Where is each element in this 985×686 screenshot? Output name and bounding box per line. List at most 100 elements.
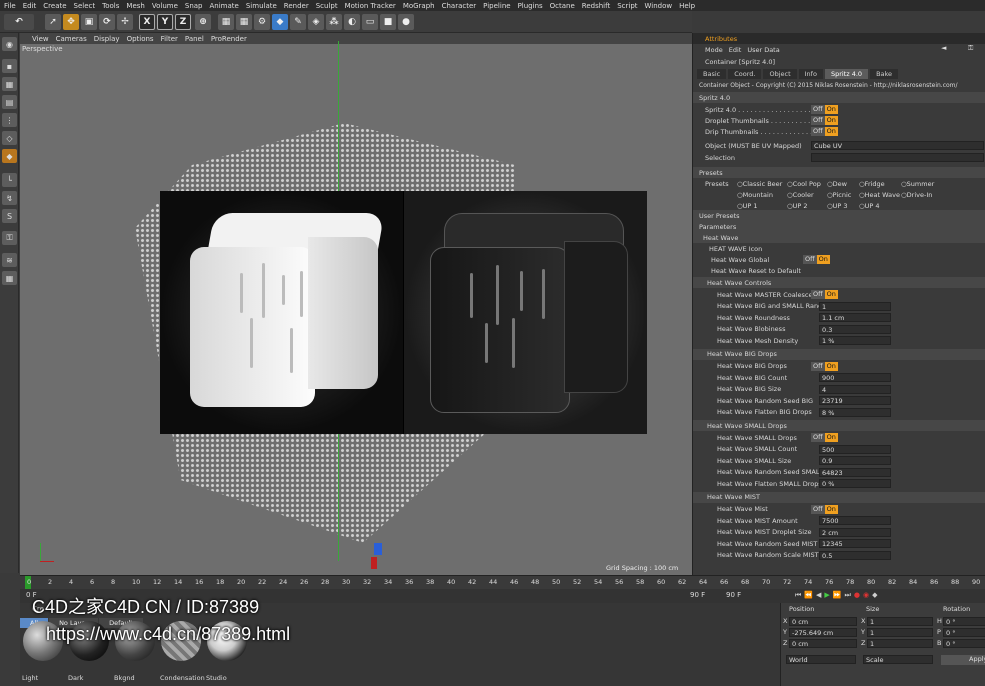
grid-toggle-button[interactable]: ▦ — [2, 271, 17, 285]
coord-field-size[interactable]: 1 — [867, 639, 933, 648]
attributes-menu-user-data[interactable]: User Data — [747, 46, 779, 54]
menu-mograph[interactable]: MoGraph — [403, 2, 435, 10]
param-toggle-small-off[interactable]: Off — [811, 433, 825, 442]
render-picture-viewer-button[interactable]: ▦ — [236, 14, 252, 30]
preset-up-1[interactable]: ○ UP 1 — [737, 200, 758, 211]
attributes-menu-edit[interactable]: Edit — [729, 46, 742, 54]
render-view-button[interactable]: ▦ — [218, 14, 234, 30]
preset-heat-wave[interactable]: ○ Heat Wave — [859, 189, 900, 200]
y-axis-button[interactable]: Y — [157, 14, 173, 30]
param-field[interactable]: 23719 — [819, 396, 891, 405]
param-toggle-small-on[interactable]: On — [824, 433, 838, 442]
prev-key-icon[interactable]: ⏪ — [804, 591, 813, 600]
go-start-icon[interactable]: ⏮ — [795, 591, 801, 600]
param-toggle-controls-on[interactable]: On — [824, 290, 838, 299]
preset-summer[interactable]: ○ Summer — [901, 178, 934, 189]
points-button[interactable]: ⋮ — [2, 113, 17, 127]
tweak-button[interactable]: ↯ — [2, 191, 17, 205]
viewport-menu-panel[interactable]: Panel — [185, 35, 204, 43]
subdivision-button[interactable]: ◈ — [308, 14, 324, 30]
heat-wave-global-toggle[interactable]: Off On — [803, 255, 830, 264]
coord-field-size[interactable]: 1 — [867, 628, 933, 637]
tab-bake[interactable]: Bake — [870, 68, 899, 79]
menu-animate[interactable]: Animate — [210, 2, 239, 10]
menu-select[interactable]: Select — [74, 2, 96, 10]
preset-up-3[interactable]: ○ UP 3 — [827, 200, 848, 211]
param-field[interactable]: 0 % — [819, 479, 891, 488]
z-axis-handle[interactable] — [374, 543, 382, 555]
menu-pipeline[interactable]: Pipeline — [483, 2, 510, 10]
coord-field-pos[interactable]: 0 cm — [789, 639, 857, 648]
pen-button[interactable]: ✎ — [290, 14, 306, 30]
texture-mode-button[interactable]: ▦ — [2, 77, 17, 91]
viewport-menu-view[interactable]: View — [32, 35, 49, 43]
spritz-row-toggle-2-on[interactable]: On — [824, 127, 838, 136]
menu-snap[interactable]: Snap — [185, 2, 203, 10]
tab-spritz-4-0[interactable]: Spritz 4.0 — [824, 68, 869, 79]
param-field[interactable]: 1 — [819, 301, 891, 311]
end-frame-field-1[interactable]: 90 F — [690, 591, 705, 599]
z-axis-button[interactable]: Z — [175, 14, 191, 30]
menu-plugins[interactable]: Plugins — [518, 2, 543, 10]
array-button[interactable]: ⁂ — [326, 14, 342, 30]
param-field[interactable]: 64823 — [819, 467, 891, 477]
param-toggle-controls[interactable]: Off On — [811, 290, 838, 299]
spritz-row-toggle-0-on[interactable]: On — [824, 105, 838, 114]
preset-drive-in[interactable]: ○ Drive-In — [901, 189, 932, 200]
tab-basic[interactable]: Basic — [697, 68, 727, 79]
layers-button[interactable]: ≋ — [2, 253, 17, 267]
mode-button[interactable]: ◉ — [2, 37, 17, 51]
rotate-tool-button[interactable]: ⟳ — [99, 14, 115, 30]
live-selection-button[interactable]: ➚ — [45, 14, 61, 30]
param-field[interactable]: 8 % — [819, 407, 891, 417]
axis-button[interactable]: └ — [2, 173, 17, 187]
go-end-icon[interactable]: ⏭ — [845, 591, 851, 600]
menu-create[interactable]: Create — [43, 2, 66, 10]
param-field[interactable]: 4 — [819, 384, 891, 394]
coord-field-rot[interactable]: 0 ° — [943, 639, 985, 648]
param-field[interactable]: 12345 — [819, 539, 891, 548]
coord-field-rot[interactable]: 0 ° — [943, 628, 985, 637]
light-button[interactable]: ● — [398, 14, 414, 30]
viewport[interactable]: View Cameras Display Options Filter Panel ProR… — [20, 33, 692, 575]
menu-render[interactable]: Render — [284, 2, 309, 10]
param-toggle-mist-off[interactable]: Off — [811, 504, 825, 514]
viewport-menu-prorender[interactable]: ProRender — [211, 35, 247, 43]
param-toggle-big-on[interactable]: On — [824, 361, 838, 371]
heat-wave-header[interactable]: Heat Wave — [693, 232, 985, 243]
play-back-icon[interactable]: ◀ — [816, 591, 821, 600]
menu-octane[interactable]: Octane — [550, 2, 575, 10]
object-field[interactable]: Cube UV — [811, 141, 984, 150]
size-mode-select[interactable]: Scale — [863, 655, 933, 664]
menu-script[interactable]: Script — [617, 2, 637, 10]
tab-info[interactable]: Info — [798, 68, 823, 79]
menu-redshift[interactable]: Redshift — [582, 2, 610, 10]
param-toggle-big[interactable]: Off On — [811, 361, 838, 371]
viewport-menu-cameras[interactable]: Cameras — [56, 35, 87, 43]
play-icon[interactable]: ▶ — [824, 591, 829, 600]
scale-tool-button[interactable]: ▣ — [81, 14, 97, 30]
preset-cooler[interactable]: ○ Cooler — [787, 189, 814, 200]
param-field[interactable]: 500 — [819, 444, 891, 454]
spritz-row-toggle-2-off[interactable]: Off — [811, 127, 825, 136]
param-field[interactable]: 1 % — [819, 336, 891, 345]
menu-mesh[interactable]: Mesh — [126, 2, 144, 10]
param-field[interactable]: 0.5 — [819, 550, 891, 560]
menu-file[interactable]: File — [4, 2, 16, 10]
keyframe-icon[interactable]: ◆ — [872, 591, 877, 600]
x-axis-handle[interactable] — [371, 557, 377, 569]
param-field[interactable]: 900 — [819, 373, 891, 382]
param-field[interactable]: 7500 — [819, 516, 891, 525]
menu-sculpt[interactable]: Sculpt — [316, 2, 338, 10]
spritz-row-toggle-1[interactable]: Off On — [811, 116, 838, 125]
coord-field-size[interactable]: 1 — [867, 617, 933, 626]
apply-button[interactable]: Apply — [941, 655, 985, 665]
preset-up-2[interactable]: ○ UP 2 — [787, 200, 808, 211]
spritz-row-toggle-0[interactable]: Off On — [811, 105, 838, 114]
param-field[interactable]: 1.1 cm — [819, 313, 891, 322]
preset-picnic[interactable]: ○ Picnic — [827, 189, 851, 200]
viewport-menu-filter[interactable]: Filter — [161, 35, 178, 43]
heat-wave-reset-button[interactable]: Heat Wave Reset to Default — [693, 265, 985, 276]
spritz-row-toggle-1-off[interactable]: Off — [811, 116, 825, 125]
group-header-small[interactable]: Heat Wave SMALL Drops — [693, 420, 985, 431]
